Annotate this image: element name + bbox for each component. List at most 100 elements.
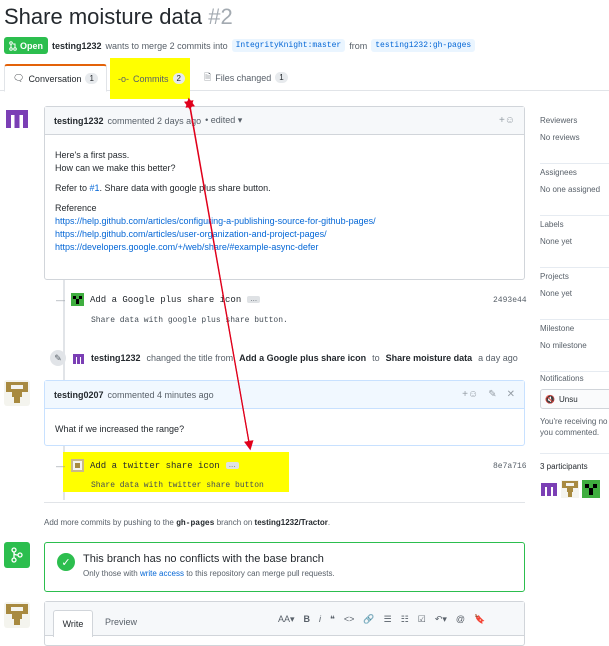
avatar[interactable] bbox=[71, 459, 84, 472]
state-label: Open bbox=[20, 40, 44, 51]
sidebar-reviewers[interactable]: Reviewers No reviews bbox=[540, 112, 609, 164]
head-branch[interactable]: testing1232:gh-pages bbox=[371, 39, 476, 52]
quote-icon[interactable]: ❝ bbox=[330, 614, 335, 625]
body-line: Here's a first pass. bbox=[55, 150, 130, 160]
git-merge-icon bbox=[11, 547, 23, 563]
event-time: a day ago bbox=[478, 353, 518, 363]
avatar[interactable] bbox=[540, 480, 558, 498]
event-author[interactable]: testing1232 bbox=[91, 353, 141, 363]
avatar[interactable] bbox=[4, 380, 30, 406]
comment-header: testing1232 commented 2 days ago • edite… bbox=[45, 107, 524, 135]
merge-sub-suffix: to this repository can merge pull reques… bbox=[186, 569, 335, 578]
italic-icon[interactable]: i bbox=[319, 614, 321, 625]
bullet-list-icon[interactable]: ☰ bbox=[384, 614, 392, 625]
code-icon[interactable]: <> bbox=[344, 614, 355, 625]
commit-sha[interactable]: 2493e44 bbox=[493, 296, 527, 305]
commit-sha[interactable]: 8e7a716 bbox=[493, 462, 527, 471]
participants-avatars bbox=[540, 480, 600, 498]
creeper-avatar-icon[interactable] bbox=[582, 480, 600, 498]
reference-link[interactable]: https://help.github.com/articles/user-or… bbox=[55, 228, 514, 241]
sidebar-value: No milestone bbox=[540, 341, 587, 350]
sidebar-heading: Milestone bbox=[540, 324, 575, 333]
commit-title[interactable]: Add a twitter share icon bbox=[90, 461, 220, 471]
edited-dropdown[interactable]: • edited ▾ bbox=[205, 115, 242, 126]
link-icon[interactable]: 🔗 bbox=[363, 614, 374, 625]
event-text: changed the title from bbox=[146, 353, 234, 363]
commit-description: Share data with twitter share button bbox=[91, 481, 264, 490]
tab-label: Commits bbox=[133, 73, 169, 84]
hint-suffix: . bbox=[327, 518, 331, 527]
comment-1: testing1232 commented 2 days ago • edite… bbox=[44, 106, 525, 280]
tab-conversation[interactable]: 🗨 Conversation 1 bbox=[4, 64, 107, 92]
refer-suffix: . Share data with google plus share butt… bbox=[99, 183, 271, 193]
commit-icon: -o- bbox=[118, 73, 129, 84]
sidebar-value: No reviews bbox=[540, 133, 580, 142]
commit-title[interactable]: Add a Google plus share icon bbox=[90, 295, 241, 305]
sidebar-assignees[interactable]: Assignees No one assigned bbox=[540, 164, 609, 216]
sidebar-labels[interactable]: Labels None yet bbox=[540, 216, 609, 268]
numbered-list-icon[interactable]: ☷ bbox=[401, 614, 409, 625]
body-line: How can we make this better? bbox=[55, 163, 176, 173]
tab-files-changed[interactable]: 🗎 Files changed 1 bbox=[196, 64, 296, 91]
notifications-heading: Notifications bbox=[540, 374, 584, 383]
bookmark-icon[interactable]: 🔖 bbox=[474, 614, 485, 625]
commit-description: Share data with google plus share button… bbox=[91, 316, 288, 325]
pull-request-icon bbox=[9, 40, 17, 51]
comment-icon: 🗨 bbox=[13, 73, 25, 83]
task-list-icon[interactable]: ☑ bbox=[418, 614, 426, 625]
mention-icon[interactable]: @ bbox=[456, 614, 465, 625]
tab-label: Files changed bbox=[215, 72, 272, 83]
tab-commits[interactable]: -o- Commits 2 bbox=[110, 58, 190, 99]
issue-link[interactable]: #1 bbox=[90, 183, 100, 193]
base-branch[interactable]: IntegrityKnight:master bbox=[231, 39, 346, 52]
identicon-icon bbox=[4, 602, 30, 628]
comment-author[interactable]: testing1232 bbox=[54, 116, 104, 126]
delete-close-icon[interactable]: ✕ bbox=[507, 389, 515, 400]
commit-expand-button[interactable]: … bbox=[247, 296, 261, 303]
reference-label: Reference bbox=[55, 203, 97, 213]
identicon-icon bbox=[4, 380, 30, 406]
avatar[interactable] bbox=[4, 602, 30, 628]
avatar[interactable] bbox=[72, 351, 85, 365]
pr-author[interactable]: testing1232 bbox=[52, 41, 102, 51]
sidebar-value: No one assigned bbox=[540, 185, 601, 194]
comment-editor: Write Preview AA▾ B i ❝ <> 🔗 ☰ ☷ ☑ ↶▾ @ … bbox=[44, 601, 525, 646]
new-title: Share moisture data bbox=[385, 353, 473, 363]
tab-label: Conversation bbox=[28, 73, 82, 84]
refer-prefix: Refer to bbox=[55, 183, 88, 193]
edit-pencil-icon[interactable]: ✎ bbox=[488, 389, 496, 400]
avatar[interactable] bbox=[561, 480, 579, 498]
comment-author[interactable]: testing0207 bbox=[54, 390, 104, 400]
sidebar-heading: Projects bbox=[540, 272, 569, 281]
avatar[interactable] bbox=[4, 106, 30, 132]
divider bbox=[44, 502, 525, 503]
tab-count: 1 bbox=[85, 73, 98, 84]
pr-title: Share moisture data #2 bbox=[4, 4, 233, 30]
write-access-link[interactable]: write access bbox=[140, 569, 184, 578]
text-size-icon[interactable]: AA▾ bbox=[278, 614, 295, 625]
commit-row: — Add a twitter share icon … bbox=[56, 459, 239, 472]
reference-link[interactable]: https://help.github.com/articles/configu… bbox=[55, 215, 514, 228]
bold-icon[interactable]: B bbox=[304, 614, 311, 625]
pr-tabs: 🗨 Conversation 1 -o- Commits 2 🗎 Files c… bbox=[0, 58, 609, 99]
divider bbox=[540, 453, 609, 454]
hint-middle: branch on bbox=[216, 518, 253, 527]
unsubscribe-button[interactable]: 🔇 Unsu bbox=[540, 389, 609, 409]
refer-line: Refer to #1. Share data with google plus… bbox=[55, 182, 514, 195]
editor-toolbar: AA▾ B i ❝ <> 🔗 ☰ ☷ ☑ ↶▾ @ 🔖 bbox=[278, 614, 485, 625]
commit-expand-button[interactable]: … bbox=[225, 462, 239, 469]
reply-icon[interactable]: ↶▾ bbox=[435, 614, 447, 625]
mute-icon: 🔇 bbox=[545, 394, 555, 404]
preview-tab[interactable]: Preview bbox=[105, 617, 137, 627]
hint-branch: gh-pages bbox=[176, 519, 215, 528]
sidebar-heading: Labels bbox=[540, 220, 564, 229]
sidebar-milestone[interactable]: Milestone No milestone bbox=[540, 320, 609, 372]
sidebar-projects[interactable]: Projects None yet bbox=[540, 268, 609, 320]
write-tab[interactable]: Write bbox=[53, 610, 93, 637]
title-change-event: ✎ testing1232 changed the title from Add… bbox=[50, 350, 518, 366]
reference-link[interactable]: https://developers.google.com/+/web/shar… bbox=[55, 241, 514, 254]
add-reaction-icon[interactable]: +☺ bbox=[499, 115, 515, 126]
creeper-avatar-icon[interactable] bbox=[71, 293, 84, 306]
add-reaction-icon[interactable]: +☺ bbox=[462, 389, 478, 400]
hint-repo[interactable]: testing1232/Tractor bbox=[255, 518, 328, 527]
